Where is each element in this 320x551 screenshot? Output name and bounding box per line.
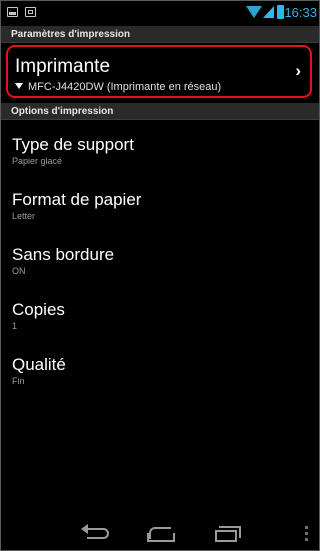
printer-title: Imprimante xyxy=(15,56,111,77)
option-title: Format de papier xyxy=(12,190,142,209)
option-paper-size[interactable]: Format de papier Letter xyxy=(12,190,302,221)
wifi-icon xyxy=(246,6,262,18)
option-value: Letter xyxy=(12,211,36,221)
back-icon[interactable] xyxy=(81,524,109,539)
option-copies[interactable]: Copies 1 xyxy=(12,300,302,331)
menu-icon[interactable] xyxy=(305,526,308,542)
option-title: Sans bordure xyxy=(12,245,115,264)
wifi-icon xyxy=(15,83,23,90)
option-value: 1 xyxy=(12,321,18,331)
option-media-type[interactable]: Type de support Papier glacé xyxy=(12,135,302,166)
option-value: Papier glacé xyxy=(12,156,63,166)
option-title: Qualité xyxy=(12,355,66,374)
printer-selector[interactable]: Imprimante MFC-J4420DW (Imprimante en ré… xyxy=(6,45,312,98)
printer-name: MFC-J4420DW (Imprimante en réseau) xyxy=(28,81,222,93)
battery-icon xyxy=(277,5,284,19)
recent-apps-icon[interactable] xyxy=(215,526,241,542)
option-value: ON xyxy=(12,266,26,276)
signal-icon xyxy=(263,6,274,18)
image-icon xyxy=(7,7,18,17)
option-title: Type de support xyxy=(12,135,134,154)
home-icon[interactable] xyxy=(147,526,175,542)
printer-subtitle: MFC-J4420DW (Imprimante en réseau) xyxy=(15,81,221,93)
print-options-header: Options d'impression xyxy=(1,103,319,120)
option-title: Copies xyxy=(12,300,65,319)
navigation-bar xyxy=(1,518,319,550)
clock: 16:33 xyxy=(284,5,317,20)
option-quality[interactable]: Qualité Fin xyxy=(12,355,302,386)
print-settings-header: Paramètres d'impression xyxy=(1,26,319,43)
screenshot-icon xyxy=(25,7,36,17)
status-bar: 16:33 xyxy=(1,1,319,25)
option-borderless[interactable]: Sans bordure ON xyxy=(12,245,302,276)
chevron-right-icon: › xyxy=(295,61,301,80)
option-value: Fin xyxy=(12,376,25,386)
